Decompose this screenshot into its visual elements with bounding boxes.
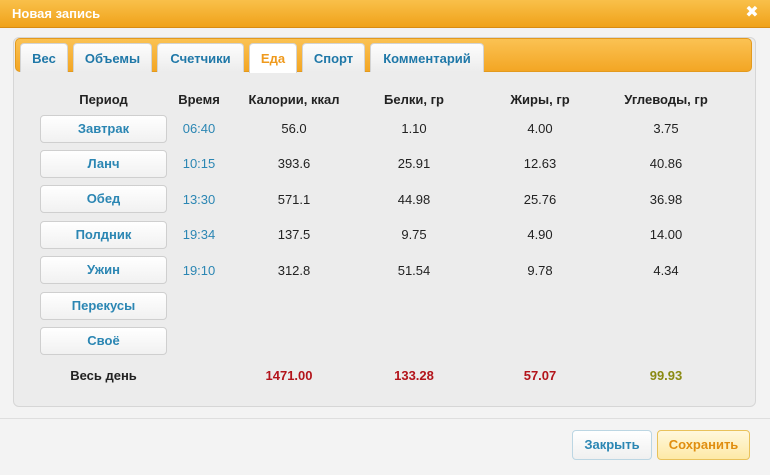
period-button-afternoon-snack[interactable]: Полдник — [40, 221, 167, 249]
fat-cell: 9.78 — [527, 263, 553, 278]
protein-cell: 9.75 — [401, 227, 427, 242]
period-button-lunch[interactable]: Ланч — [40, 150, 167, 178]
total-fat: 57.07 — [523, 368, 557, 383]
protein-cell: 44.98 — [397, 192, 431, 207]
meal-time[interactable]: 10:15 — [176, 156, 222, 171]
total-protein: 133.28 — [394, 368, 434, 383]
footer-divider — [0, 418, 770, 419]
tab-food[interactable]: Еда — [249, 43, 297, 73]
new-entry-dialog: Новая запись ✖ Вес Объемы Счетчики Еда С… — [0, 0, 770, 475]
save-button[interactable]: Сохранить — [657, 430, 750, 460]
carbs-cell: 40.86 — [649, 156, 683, 171]
fat-cell: 12.63 — [523, 156, 557, 171]
close-button[interactable]: Закрыть — [572, 430, 652, 460]
tab-counters[interactable]: Счетчики — [157, 43, 244, 72]
carbs-cell: 3.75 — [653, 121, 679, 136]
fat-cell: 25.76 — [523, 192, 557, 207]
tab-weight[interactable]: Вес — [20, 43, 68, 72]
meal-time[interactable]: 06:40 — [176, 121, 222, 136]
carbs-cell: 14.00 — [649, 227, 683, 242]
protein-cell: 1.10 — [401, 121, 427, 136]
header-calories: Калории, ккал — [248, 92, 340, 107]
period-button-custom[interactable]: Своё — [40, 327, 167, 355]
tab-sport[interactable]: Спорт — [302, 43, 365, 72]
period-button-breakfast[interactable]: Завтрак — [40, 115, 167, 143]
total-carbs: 99.93 — [649, 368, 683, 383]
header-protein: Белки, гр — [384, 92, 444, 107]
header-carbs: Углеводы, гр — [624, 92, 708, 107]
calories-cell: 56.0 — [281, 121, 307, 136]
total-day-label: Весь день — [70, 368, 137, 383]
header-time: Время — [178, 92, 220, 107]
calories-cell: 393.6 — [277, 156, 311, 171]
calories-cell: 571.1 — [277, 192, 311, 207]
protein-cell: 51.54 — [397, 263, 431, 278]
meal-time[interactable]: 13:30 — [176, 192, 222, 207]
calories-cell: 312.8 — [277, 263, 311, 278]
fat-cell: 4.90 — [527, 227, 553, 242]
calories-cell: 137.5 — [277, 227, 311, 242]
carbs-cell: 4.34 — [653, 263, 679, 278]
fat-cell: 4.00 — [527, 121, 553, 136]
period-button-dinner[interactable]: Обед — [40, 185, 167, 213]
tab-comment[interactable]: Комментарий — [370, 43, 484, 72]
title-bar: Новая запись ✖ — [0, 0, 770, 28]
meal-time[interactable]: 19:34 — [176, 227, 222, 242]
dialog-title: Новая запись — [12, 6, 101, 21]
total-calories: 1471.00 — [265, 368, 313, 383]
close-icon[interactable]: ✖ — [744, 3, 760, 23]
tab-volumes[interactable]: Объемы — [73, 43, 152, 72]
meal-time[interactable]: 19:10 — [176, 263, 222, 278]
carbs-cell: 36.98 — [649, 192, 683, 207]
period-button-snacks[interactable]: Перекусы — [40, 292, 167, 320]
protein-cell: 25.91 — [397, 156, 431, 171]
header-fat: Жиры, гр — [510, 92, 570, 107]
period-button-supper[interactable]: Ужин — [40, 256, 167, 284]
header-period: Период — [79, 92, 128, 107]
